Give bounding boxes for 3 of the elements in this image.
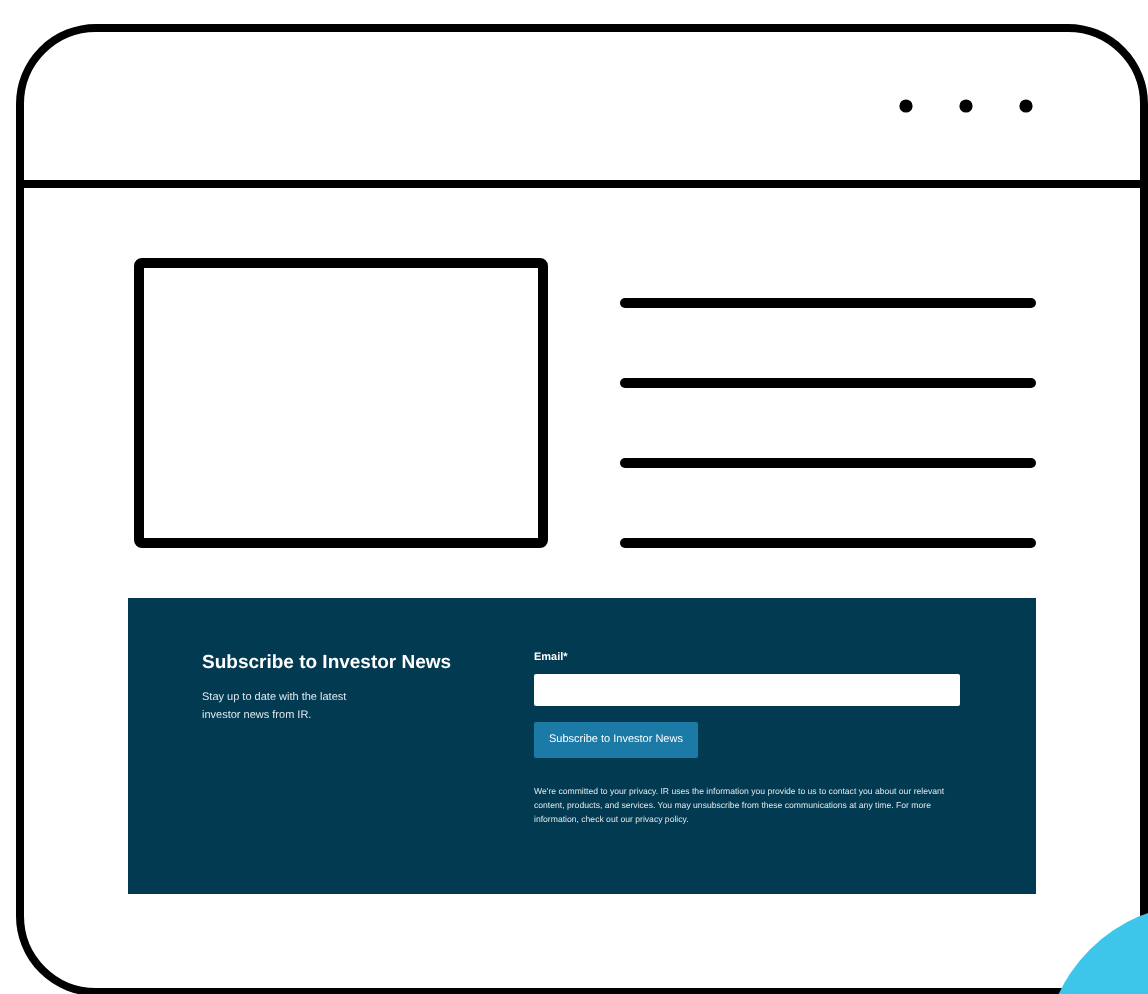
email-field[interactable] xyxy=(534,674,960,706)
menu-dots-icon[interactable] xyxy=(896,96,1036,116)
panel-title: Subscribe to Investor News xyxy=(202,652,454,674)
